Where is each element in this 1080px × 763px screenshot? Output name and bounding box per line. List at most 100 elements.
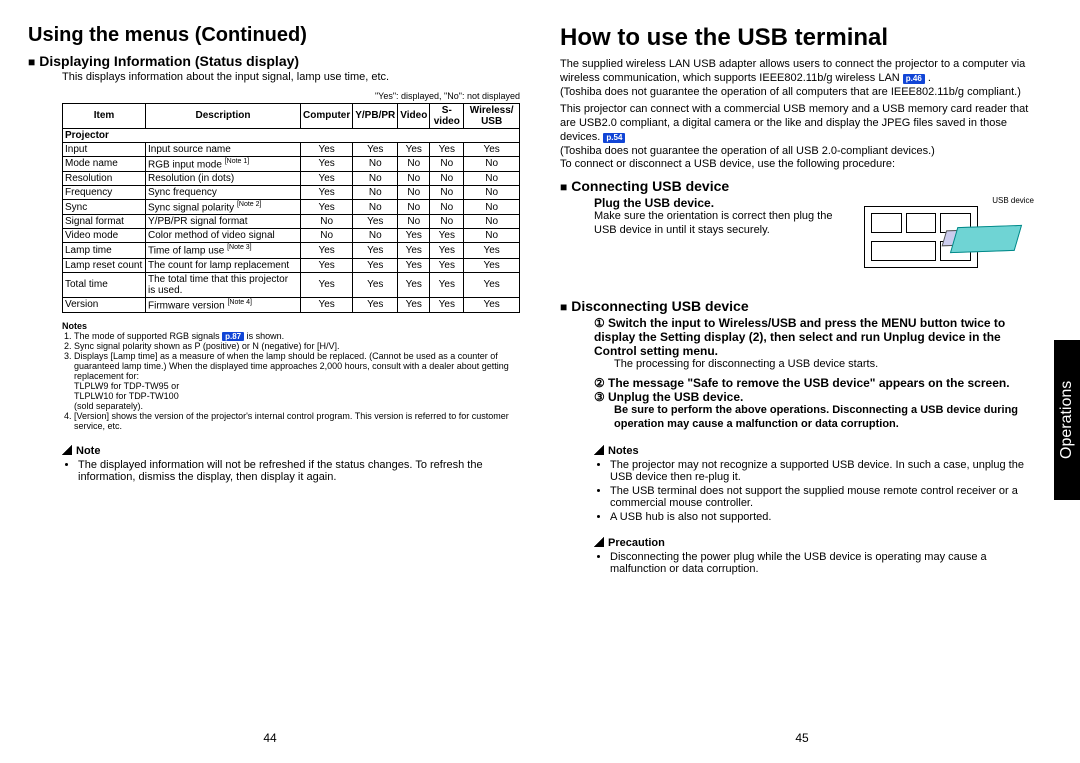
- note-heading-text: Note: [76, 445, 100, 457]
- cell-value: Yes: [398, 258, 430, 272]
- note-body: The displayed information will not be re…: [78, 459, 520, 483]
- col-header: Wireless/ USB: [464, 103, 520, 128]
- intro-text-1b: (Toshiba does not guarantee the operatio…: [560, 86, 1021, 98]
- cell-item: Input: [63, 142, 146, 156]
- cell-value: Yes: [398, 243, 430, 258]
- step-1-sub: The processing for disconnecting a USB d…: [594, 358, 1034, 372]
- table-note-item: [Version] shows the version of the proje…: [74, 411, 520, 431]
- step-2: ②The message "Safe to remove the USB dev…: [594, 376, 1034, 390]
- table-notes: Notes The mode of supported RGB signals …: [62, 321, 520, 431]
- cell-value: No: [353, 186, 398, 200]
- notes-label: Notes: [62, 321, 520, 331]
- step-2-text: The message "Safe to remove the USB devi…: [608, 376, 1010, 390]
- table-row: Lamp reset countThe count for lamp repla…: [63, 258, 520, 272]
- usb-device-label: USB device: [992, 196, 1034, 205]
- intro-text-2a: This projector can connect with a commer…: [560, 103, 1028, 143]
- cell-desc: The total time that this projector is us…: [146, 272, 301, 297]
- page-ref-54: p.54: [603, 133, 625, 143]
- cell-value: Yes: [353, 215, 398, 229]
- cell-item: Version: [63, 297, 146, 312]
- note-item: The USB terminal does not support the su…: [610, 485, 1034, 509]
- col-header: S-video: [430, 103, 464, 128]
- cell-value: No: [430, 200, 464, 215]
- table-row: InputInput source nameYesYesYesYesYes: [63, 142, 520, 156]
- cell-value: No: [353, 200, 398, 215]
- cell-desc: Color method of video signal: [146, 229, 301, 243]
- cell-value: No: [353, 229, 398, 243]
- left-heading: Using the menus (Continued): [28, 24, 520, 47]
- cell-desc: Time of lamp use [Note 3]: [146, 243, 301, 258]
- usb-stick-icon: [950, 225, 1022, 253]
- table-row: Lamp timeTime of lamp use [Note 3]YesYes…: [63, 243, 520, 258]
- status-table: ItemDescriptionComputerY/PB/PRVideoS-vid…: [62, 103, 520, 313]
- cell-item: Video mode: [63, 229, 146, 243]
- page-number-left: 44: [28, 731, 512, 745]
- step-3-text: Unplug the USB device.: [608, 390, 743, 404]
- cell-value: Yes: [301, 186, 353, 200]
- cell-value: No: [398, 172, 430, 186]
- intro-text-2c: To connect or disconnect a USB device, u…: [560, 158, 895, 170]
- cell-desc: Sync signal polarity [Note 2]: [146, 200, 301, 215]
- cell-value: No: [353, 172, 398, 186]
- step-3-sub: Be sure to perform the above operations.…: [594, 404, 1034, 432]
- usb-diagram: USB device: [864, 196, 1034, 274]
- page-ref-46: p.46: [903, 74, 925, 84]
- table-row: Mode nameRGB input mode [Note 1]YesNoNoN…: [63, 156, 520, 171]
- cell-value: Yes: [301, 172, 353, 186]
- disconnecting-heading: Disconnecting USB device: [560, 298, 1034, 314]
- page-number-right: 45: [560, 731, 1044, 745]
- table-legend: "Yes": displayed, "No": not displayed: [62, 91, 520, 101]
- cell-value: Yes: [398, 142, 430, 156]
- cell-value: Yes: [301, 243, 353, 258]
- step-1-text: Switch the input to Wireless/USB and pre…: [594, 316, 1005, 358]
- notes-list: The projector may not recognize a suppor…: [610, 459, 1034, 523]
- connecting-heading: Connecting USB device: [560, 178, 1034, 194]
- col-header: Y/PB/PR: [353, 103, 398, 128]
- precaution-body: Disconnecting the power plug while the U…: [610, 551, 1034, 575]
- step-3: ③Unplug the USB device.: [594, 390, 1034, 404]
- cell-value: Yes: [353, 142, 398, 156]
- notes-heading: Notes: [594, 445, 1034, 457]
- col-header: Computer: [301, 103, 353, 128]
- step-1-num: ①: [594, 316, 608, 330]
- cell-value: Yes: [464, 258, 520, 272]
- cell-value: No: [301, 229, 353, 243]
- table-row: Video modeColor method of video signalNo…: [63, 229, 520, 243]
- cell-value: No: [430, 156, 464, 171]
- cell-desc: Firmware version [Note 4]: [146, 297, 301, 312]
- cell-value: Yes: [430, 229, 464, 243]
- step-1: ①Switch the input to Wireless/USB and pr…: [594, 316, 1034, 358]
- cell-desc: Sync frequency: [146, 186, 301, 200]
- right-heading: How to use the USB terminal: [560, 24, 1034, 52]
- cell-value: Yes: [464, 243, 520, 258]
- cell-item: Sync: [63, 200, 146, 215]
- cell-value: Yes: [430, 272, 464, 297]
- cell-value: No: [464, 229, 520, 243]
- cell-desc: The count for lamp replacement: [146, 258, 301, 272]
- intro-para-1: The supplied wireless LAN USB adapter al…: [560, 58, 1034, 99]
- cell-value: Yes: [398, 272, 430, 297]
- cell-desc: Input source name: [146, 142, 301, 156]
- cell-value: Yes: [353, 297, 398, 312]
- precaution-heading-text: Precaution: [608, 537, 665, 549]
- table-row: ResolutionResolution (in dots)YesNoNoNoN…: [63, 172, 520, 186]
- cell-item: Frequency: [63, 186, 146, 200]
- step-3-num: ③: [594, 390, 608, 404]
- status-intro: This displays information about the inpu…: [62, 71, 520, 85]
- cell-value: No: [464, 156, 520, 171]
- cell-value: Yes: [353, 272, 398, 297]
- table-row: Signal formatY/PB/PR signal formatNoYesN…: [63, 215, 520, 229]
- cell-value: Yes: [353, 243, 398, 258]
- table-row: SyncSync signal polarity [Note 2]YesNoNo…: [63, 200, 520, 215]
- cell-item: Resolution: [63, 172, 146, 186]
- col-header: Description: [146, 103, 301, 128]
- intro-text-2b: (Toshiba does not guarantee the operatio…: [560, 145, 935, 157]
- cell-value: Yes: [430, 258, 464, 272]
- page-ref-87: p.87: [222, 332, 244, 341]
- notes-heading-text: Notes: [608, 445, 639, 457]
- table-note-item: Displays [Lamp time] as a measure of whe…: [74, 351, 520, 411]
- step-2-num: ②: [594, 376, 608, 390]
- right-page: How to use the USB terminal The supplied…: [540, 0, 1080, 763]
- cell-value: Yes: [398, 229, 430, 243]
- note-icon: [594, 445, 608, 457]
